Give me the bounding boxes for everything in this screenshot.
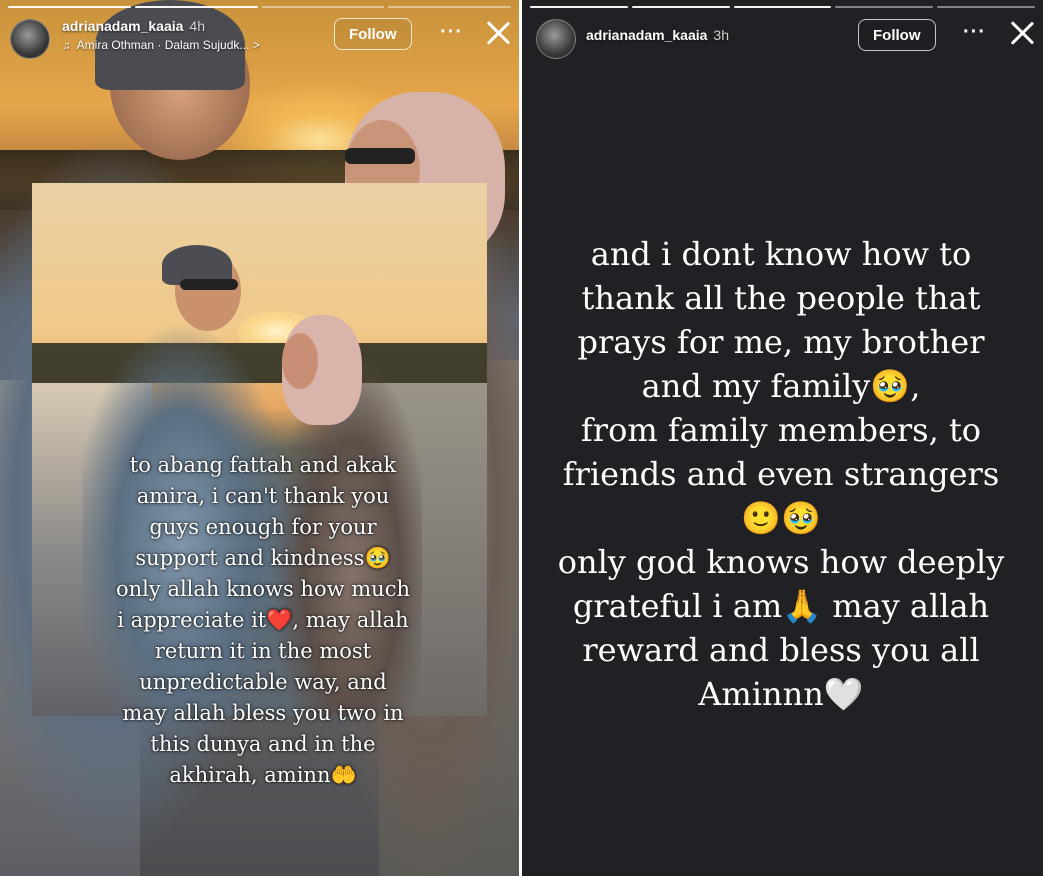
close-icon[interactable] [485, 20, 511, 46]
follow-button[interactable]: Follow [334, 18, 412, 50]
story-header: adrianadam_kaaia 3h Follow ··· [522, 14, 1043, 60]
progress-segment [631, 6, 730, 8]
avatar[interactable] [536, 19, 576, 59]
sunglasses [345, 148, 415, 164]
more-options-icon[interactable]: ··· [440, 22, 463, 42]
woman-face [282, 333, 318, 389]
story-progress-bar [530, 6, 1035, 8]
story-caption: and i dont know how to thank all the peo… [557, 235, 1005, 713]
close-icon[interactable] [1009, 20, 1035, 46]
progress-segment [8, 6, 131, 8]
progress-segment [835, 6, 934, 8]
chevron-right-icon: > [252, 38, 260, 52]
music-label[interactable]: Amira Othman · Dalam Sujudk... [77, 38, 250, 52]
progress-segment [937, 6, 1035, 8]
story-caption: to abang fattah and akak amira, i can't … [116, 453, 410, 787]
music-attribution[interactable]: ♫ Amira Othman · Dalam Sujudk... > [62, 38, 260, 52]
progress-segment [134, 6, 258, 8]
post-time: 4h [189, 18, 205, 34]
story-progress-bar [8, 6, 511, 8]
username[interactable]: adrianadam_kaaia 4h [62, 18, 205, 34]
progress-segment [530, 6, 628, 8]
more-options-icon[interactable]: ··· [963, 22, 986, 42]
post-time: 3h [713, 27, 729, 43]
username-text[interactable]: adrianadam_kaaia [586, 27, 707, 43]
sunglasses [180, 279, 238, 290]
progress-segment [733, 6, 832, 8]
story-header: adrianadam_kaaia 4h ♫ Amira Othman · Dala… [0, 14, 519, 60]
progress-segment [388, 6, 511, 8]
music-icon: ♫ [62, 40, 71, 52]
username-text[interactable]: adrianadam_kaaia [62, 18, 183, 34]
progress-segment [261, 6, 385, 8]
username[interactable]: adrianadam_kaaia 3h [586, 27, 729, 43]
follow-button[interactable]: Follow [858, 19, 936, 51]
avatar[interactable] [10, 19, 50, 59]
story-panel-left[interactable]: adrianadam_kaaia 4h ♫ Amira Othman · Dala… [0, 0, 519, 876]
